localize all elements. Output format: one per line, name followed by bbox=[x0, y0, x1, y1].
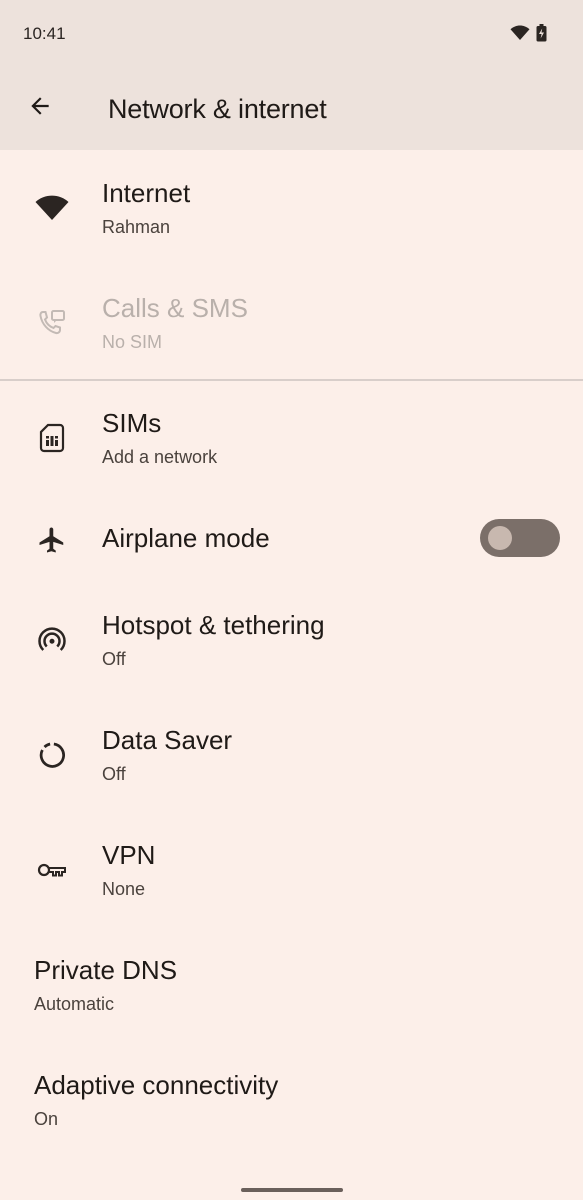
airplane-mode-title: Airplane mode bbox=[102, 523, 270, 553]
airplane-icon bbox=[34, 522, 70, 558]
internet-title: Internet bbox=[102, 178, 191, 208]
status-time: 10:41 bbox=[23, 24, 66, 43]
calls-sms-icon bbox=[34, 305, 70, 341]
page-title: Network & internet bbox=[108, 94, 327, 124]
settings-item-data-saver[interactable]: Data Saver Off bbox=[0, 717, 583, 809]
status-icons bbox=[510, 24, 547, 47]
settings-item-hotspot[interactable]: Hotspot & tethering Off bbox=[0, 602, 583, 694]
vpn-title: VPN bbox=[102, 840, 156, 870]
gesture-navigation-handle[interactable] bbox=[241, 1188, 343, 1192]
settings-item-private-dns[interactable]: Private DNS Automatic bbox=[0, 947, 583, 1039]
private-dns-subtitle: Automatic bbox=[34, 994, 115, 1014]
private-dns-title: Private DNS bbox=[34, 955, 178, 985]
adaptive-connectivity-title: Adaptive connectivity bbox=[34, 1070, 279, 1100]
internet-subtitle: Rahman bbox=[102, 217, 171, 237]
wifi-status-icon bbox=[510, 25, 530, 46]
app-bar: Network & internet bbox=[0, 70, 583, 150]
calls-sms-subtitle: No SIM bbox=[102, 332, 163, 352]
back-button[interactable] bbox=[20, 88, 60, 128]
settings-item-internet[interactable]: Internet Rahman bbox=[0, 170, 583, 262]
settings-item-adaptive-connectivity[interactable]: Adaptive connectivity On bbox=[0, 1062, 583, 1154]
data-saver-icon bbox=[34, 737, 70, 773]
data-saver-title: Data Saver bbox=[102, 725, 233, 755]
hotspot-icon bbox=[34, 622, 70, 658]
settings-item-sims[interactable]: SIMs Add a network bbox=[0, 400, 583, 492]
toggle-knob bbox=[488, 526, 512, 550]
wifi-icon bbox=[34, 190, 70, 226]
settings-item-calls-sms[interactable]: Calls & SMS No SIM bbox=[0, 285, 583, 377]
back-arrow-icon bbox=[27, 93, 53, 124]
hotspot-subtitle: Off bbox=[102, 649, 126, 669]
sim-card-icon bbox=[34, 420, 70, 456]
sims-title: SIMs bbox=[102, 408, 162, 438]
data-saver-subtitle: Off bbox=[102, 764, 126, 784]
section-divider bbox=[0, 379, 583, 381]
battery-icon bbox=[536, 24, 547, 47]
status-bar: 10:41 bbox=[0, 0, 583, 70]
settings-item-vpn[interactable]: VPN None bbox=[0, 832, 583, 924]
sims-subtitle: Add a network bbox=[102, 447, 218, 467]
hotspot-title: Hotspot & tethering bbox=[102, 610, 325, 640]
airplane-mode-toggle[interactable] bbox=[480, 519, 560, 557]
calls-sms-title: Calls & SMS bbox=[102, 293, 248, 323]
vpn-subtitle: None bbox=[102, 879, 146, 899]
vpn-key-icon bbox=[34, 852, 70, 888]
adaptive-connectivity-subtitle: On bbox=[34, 1109, 59, 1129]
